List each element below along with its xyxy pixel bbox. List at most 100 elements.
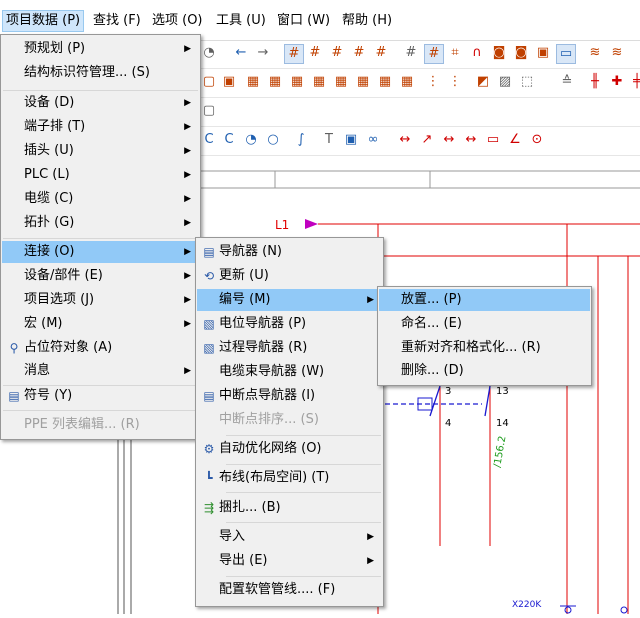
text-lines-2-icon[interactable]: ≋	[608, 44, 626, 62]
menu-item-delete[interactable]: 删除... (D)	[379, 360, 590, 382]
ellipse-icon[interactable]: ○	[264, 131, 282, 149]
grid-a-icon[interactable]: #	[284, 44, 304, 64]
menu-item-update[interactable]: ⟲ 更新 (U)	[197, 265, 382, 287]
menu-tools[interactable]: 工具 (U)	[213, 11, 269, 31]
menu-item-potential-navigator[interactable]: ▧ 电位导航器 (P)	[197, 313, 382, 335]
menu-item-topology[interactable]: 拓扑 (G) ▶	[2, 212, 199, 234]
menu-item-messages[interactable]: 消息 ▶	[2, 360, 199, 382]
dimension-5-icon[interactable]: ▭	[484, 131, 502, 149]
black-box-icon[interactable]: ◩	[474, 73, 492, 91]
menu-project-data[interactable]: 项目数据 (P)	[2, 10, 85, 32]
menu-item-placeholder-objects[interactable]: ⚲ 占位符对象 (A)	[2, 337, 199, 359]
pie-icon[interactable]: ◔	[242, 131, 260, 149]
dimension-2-icon[interactable]: ↗	[418, 131, 436, 149]
device-4-icon[interactable]: ▦	[310, 73, 328, 91]
routing-icon: ┗	[205, 471, 213, 485]
menu-item-interruption-point-navigator[interactable]: ▤ 中断点导航器 (I)	[197, 385, 382, 407]
menu-item-export[interactable]: 导出 (E) ▶	[197, 550, 382, 572]
menu-item-bundling[interactable]: ⇶ 捆扎... (B)	[197, 497, 382, 519]
menu-item-numbering[interactable]: 编号 (M) ▶	[197, 289, 382, 311]
menu-find[interactable]: 查找 (F)	[90, 11, 144, 31]
menu-item-realign-format[interactable]: 重新对齐和格式化... (R)	[379, 337, 590, 359]
text-tool-icon[interactable]: T	[320, 131, 338, 149]
menu-item-import[interactable]: 导入 ▶	[197, 526, 382, 548]
device-5-icon[interactable]: ▦	[332, 73, 350, 91]
device-label: X220K	[512, 600, 542, 610]
page-icon[interactable]: ▢	[200, 102, 218, 120]
menu-options[interactable]: 选项 (O)	[149, 11, 206, 31]
menu-item-plugs[interactable]: 插头 (U) ▶	[2, 140, 199, 162]
menu-item-cable-harness-navigator[interactable]: 电缆束导航器 (W)	[197, 361, 382, 383]
macro-icon[interactable]: ◙	[490, 44, 508, 62]
terminal-label-14: 14	[496, 418, 509, 429]
forward-arrow-icon[interactable]: →	[254, 44, 272, 62]
radius-dimension-icon[interactable]: ⊙	[528, 131, 546, 149]
menu-item-ppe-list-edit[interactable]: PPE 列表编辑... (R)	[2, 414, 199, 436]
image-tool-icon[interactable]: ▣	[342, 131, 360, 149]
menu-item-place[interactable]: 放置... (P)	[379, 289, 590, 311]
connector-icon[interactable]: ✚	[608, 73, 626, 91]
arc-icon[interactable]: C	[200, 131, 218, 149]
device-1-icon[interactable]: ▦	[244, 73, 262, 91]
menu-item-interruption-point-sort[interactable]: 中断点排序... (S)	[197, 409, 382, 431]
angle-dimension-icon[interactable]: ∠	[506, 131, 524, 149]
menu-item-process-navigator[interactable]: ▧ 过程导航器 (R)	[197, 337, 382, 359]
menu-item-cables[interactable]: 电缆 (C) ▶	[2, 188, 199, 210]
grid-b-icon[interactable]: #	[306, 44, 324, 62]
submenu-arrow-icon: ▶	[367, 295, 374, 305]
menu-item-plc[interactable]: PLC (L) ▶	[2, 164, 199, 186]
menu-window[interactable]: 窗口 (W)	[274, 11, 333, 31]
menu-item-macros[interactable]: 宏 (M) ▶	[2, 313, 199, 335]
menu-item-auto-optimize-network[interactable]: ⚙ 自动优化网络 (O)	[197, 438, 382, 460]
wire-icon[interactable]: ╪	[628, 73, 640, 91]
dimension-1-icon[interactable]: ↔	[396, 131, 414, 149]
arc-2-icon[interactable]: C	[220, 131, 238, 149]
device-9-icon[interactable]: ⋮	[424, 73, 442, 91]
device-6-icon[interactable]: ▦	[354, 73, 372, 91]
grid-c-icon[interactable]: #	[328, 44, 346, 62]
symbol-icon[interactable]: ◙	[512, 44, 530, 62]
frame-icon[interactable]: ▣	[534, 44, 552, 62]
link-tool-icon[interactable]: ∞	[364, 131, 382, 149]
layers-icon[interactable]: ≙	[558, 73, 576, 91]
submenu-arrow-icon: ▶	[184, 44, 191, 54]
menu-item-project-options[interactable]: 项目选项 (J) ▶	[2, 289, 199, 311]
hatch-icon[interactable]: ▨	[496, 73, 514, 91]
terminal-icon[interactable]: ╫	[586, 73, 604, 91]
snap-object-icon[interactable]: ⌗	[446, 44, 464, 62]
menu-item-label: 中断点排序... (S)	[219, 412, 319, 427]
device-7-icon[interactable]: ▦	[376, 73, 394, 91]
menu-item-structure-id-management[interactable]: 结构标识符管理... (S)	[2, 62, 199, 84]
snap-grid-icon[interactable]: #	[424, 44, 444, 64]
menu-item-connections[interactable]: 连接 (O) ▶	[2, 241, 199, 263]
menu-item-devices[interactable]: 设备 (D) ▶	[2, 92, 199, 114]
device-3-icon[interactable]: ▦	[288, 73, 306, 91]
menu-item-devices-parts[interactable]: 设备/部件 (E) ▶	[2, 265, 199, 287]
menu-item-terminal-strips[interactable]: 端子排 (T) ▶	[2, 116, 199, 138]
menu-item-routing-layout-space[interactable]: ┗ 布线(布局空间) (T)	[197, 467, 382, 489]
grid-toggle-icon[interactable]: #	[402, 44, 420, 62]
menu-item-naming[interactable]: 命名... (E)	[379, 313, 590, 335]
submenu-arrow-icon: ▶	[184, 98, 191, 108]
device-10-icon[interactable]: ⋮	[446, 73, 464, 91]
dashed-box-icon[interactable]: ⬚	[518, 73, 536, 91]
dimension-4-icon[interactable]: ↔	[462, 131, 480, 149]
insert-page-icon[interactable]: ▢	[200, 73, 218, 91]
magnet-icon[interactable]: ∩	[468, 44, 486, 62]
insert-block-icon[interactable]: ▣	[220, 73, 238, 91]
spline-icon[interactable]: ∫	[292, 131, 310, 149]
input-box-icon[interactable]: ▭	[556, 44, 576, 64]
dimension-3-icon[interactable]: ↔	[440, 131, 458, 149]
zoom-100-icon[interactable]: ◔	[200, 44, 218, 62]
menu-item-navigator[interactable]: ▤ 导航器 (N)	[197, 241, 382, 263]
menu-item-preplanning[interactable]: 预规划 (P) ▶	[2, 38, 199, 60]
device-8-icon[interactable]: ▦	[398, 73, 416, 91]
menu-help[interactable]: 帮助 (H)	[339, 11, 395, 31]
menu-item-configure-hose-lines[interactable]: 配置软管管线.... (F)	[197, 579, 382, 601]
menu-item-symbols[interactable]: ▤ 符号 (Y)	[2, 385, 199, 407]
device-2-icon[interactable]: ▦	[266, 73, 284, 91]
grid-d-icon[interactable]: #	[350, 44, 368, 62]
grid-e-icon[interactable]: #	[372, 44, 390, 62]
text-lines-icon[interactable]: ≋	[586, 44, 604, 62]
back-arrow-icon[interactable]: ←	[232, 44, 250, 62]
